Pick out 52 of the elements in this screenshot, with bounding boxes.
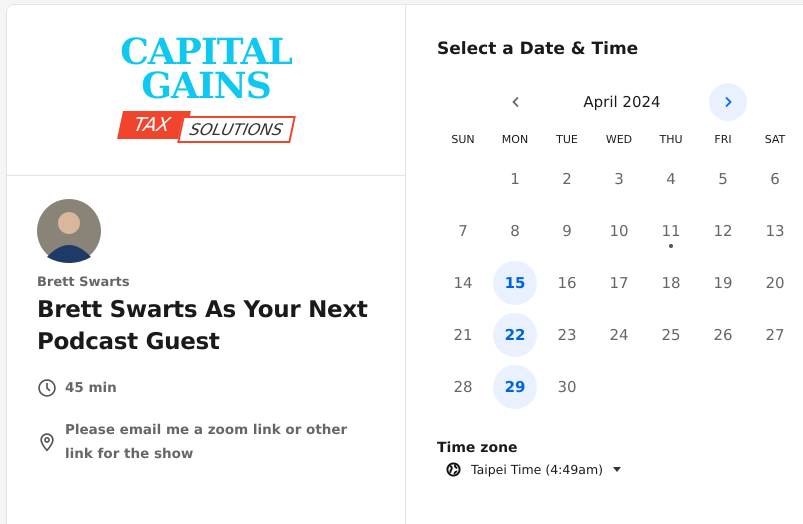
logo-text: CAPITAL bbox=[120, 35, 292, 69]
calendar-date: 28 bbox=[452, 377, 474, 398]
calendar-date: 11 bbox=[660, 221, 682, 242]
calendar-date: 17 bbox=[608, 273, 630, 294]
host-name: Brett Swarts bbox=[37, 275, 131, 290]
caret-icon[interactable] bbox=[613, 467, 621, 472]
calendar-date: 12 bbox=[712, 221, 734, 242]
event-detail: Please email me a zoom link or other link for the show bbox=[65, 421, 348, 464]
month-label: April 2024 bbox=[583, 93, 661, 111]
calendar-date: 21 bbox=[452, 325, 474, 346]
calendar-date: 6 bbox=[769, 169, 781, 190]
available-date[interactable]: 29 bbox=[493, 365, 537, 409]
weekday-label: MON bbox=[500, 133, 530, 146]
weekday-label: TUE bbox=[555, 133, 579, 146]
calendar-date: 5 bbox=[717, 169, 729, 190]
calendar-date: 27 bbox=[764, 325, 786, 346]
calendar-date: 8 bbox=[509, 221, 521, 242]
calendar-date: 1 bbox=[509, 169, 521, 190]
weekday-label: FRI bbox=[713, 133, 733, 146]
time-zone-label: Time zone bbox=[437, 440, 519, 456]
event-title: Brett Swarts As Your Next Podcast Guest bbox=[37, 296, 369, 357]
time-zone-dropdown[interactable]: Taipei Time (4:49am) bbox=[437, 462, 621, 477]
calendar-date: 2 bbox=[561, 169, 573, 190]
calendar-date: 3 bbox=[613, 169, 625, 190]
calendar-date: 26 bbox=[712, 325, 734, 346]
calendar-date: 4 bbox=[665, 169, 677, 190]
calendar-date: 23 bbox=[556, 325, 578, 346]
logo-text: GAINS bbox=[141, 69, 271, 103]
calendar-heading: Select a Date & Time bbox=[437, 39, 640, 59]
calendar-date: 16 bbox=[556, 273, 578, 294]
calendar-date: 10 bbox=[608, 221, 630, 242]
avatar-silhouette-icon bbox=[37, 199, 101, 263]
calendar-date: 7 bbox=[457, 221, 469, 242]
globe-icon[interactable] bbox=[446, 462, 461, 477]
available-date[interactable]: 22 bbox=[493, 313, 537, 357]
weekday-label: SAT bbox=[764, 133, 786, 146]
calendar-date: 13 bbox=[764, 221, 786, 242]
calendar-date: 30 bbox=[556, 377, 578, 398]
calendar-date: 9 bbox=[561, 221, 573, 242]
calendar-date: 24 bbox=[608, 325, 630, 346]
logo-tag: SOLUTIONS bbox=[176, 116, 296, 143]
calendar-date: 14 bbox=[452, 273, 474, 294]
clock-icon bbox=[37, 378, 57, 398]
calendar-date: 19 bbox=[712, 273, 734, 294]
calendar-date: 18 bbox=[660, 273, 682, 294]
weekday-label: SUN bbox=[450, 133, 476, 146]
calendar-date: 25 bbox=[660, 325, 682, 346]
calendar-date: 20 bbox=[764, 273, 786, 294]
weekday-label: THU bbox=[658, 133, 684, 146]
weekday-label: WED bbox=[604, 133, 634, 146]
event-detail: 45 min bbox=[65, 379, 118, 398]
available-date[interactable]: 15 bbox=[493, 261, 537, 305]
